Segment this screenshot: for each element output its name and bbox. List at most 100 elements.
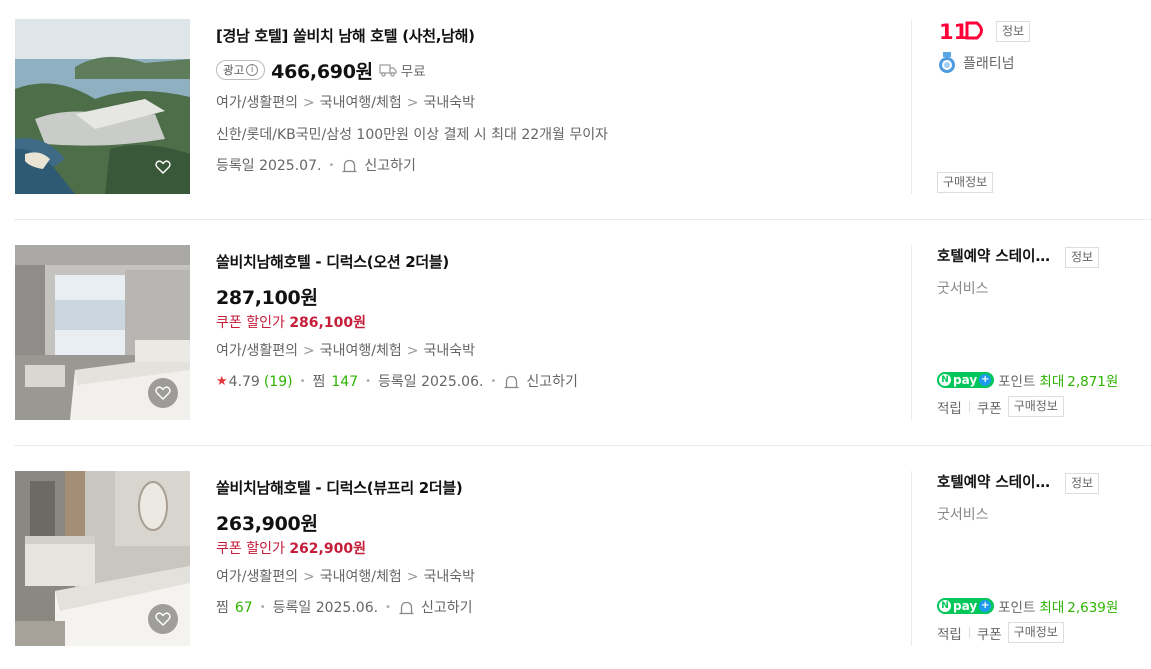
review-count[interactable]: (19) [264, 372, 293, 392]
platinum-badge-icon [939, 52, 955, 73]
product-info: 쏠비치남해호텔 - 디럭스(뷰프리 2더블) 263,900원 쿠폰 할인가 2… [216, 476, 876, 618]
divider [911, 471, 912, 646]
siren-icon [504, 375, 519, 389]
separator-dot: • [385, 602, 391, 613]
category-link[interactable]: 여가/생활편의 [216, 343, 298, 359]
heart-icon [155, 386, 171, 400]
ad-label: 광고 [223, 63, 245, 77]
grade-label: 플래티넘 [963, 56, 1015, 72]
mall-grade: 굿서비스 [937, 281, 989, 297]
buy-info-button[interactable]: 구매정보 [1007, 622, 1064, 643]
points-label: 포인트 [998, 600, 1036, 616]
plus-icon: + [979, 600, 992, 612]
product-meta: ★ 4.79 (19) • 찜 147 • 등록일 2025.06. • 신고하… [216, 372, 876, 392]
coupon-label: 쿠폰 할인가 [216, 541, 285, 557]
product-thumbnail[interactable] [15, 471, 190, 646]
mall-grade: 굿서비스 [937, 507, 989, 523]
coupon-price-value: 262,900원 [289, 541, 366, 557]
coupon-price-value: 286,100원 [289, 315, 366, 331]
report-link[interactable]: 신고하기 [341, 156, 416, 176]
price-row: 287,100원 [216, 283, 876, 309]
category-link[interactable]: 국내여행/체험 [320, 569, 402, 585]
report-link[interactable]: 신고하기 [398, 598, 473, 618]
report-label: 신고하기 [526, 374, 578, 390]
registered-date: 등록일 2025.06. [272, 600, 379, 616]
mall-info-button[interactable]: 정보 [1065, 473, 1100, 494]
separator-bar [968, 401, 970, 412]
category-link[interactable]: 국내여행/체험 [320, 95, 402, 111]
coupon-tag: 쿠폰 [976, 626, 1002, 643]
mall-info-button[interactable]: 정보 [996, 21, 1031, 42]
npay-badge: Npay + [937, 598, 995, 614]
seller-panel: 호텔예약 스테이월드 정보 굿서비스 Npay + 포인트 최대 2,639원 적… [937, 471, 1137, 651]
earn-tag: 적립 [937, 626, 962, 643]
product-title[interactable]: 쏠비치남해호텔 - 디럭스(뷰프리 2더블) [216, 476, 876, 500]
siren-icon [399, 601, 414, 615]
mall-name[interactable]: 호텔예약 스테이월드 [937, 245, 1053, 269]
rating-value: 4.79 [228, 374, 260, 390]
eleven-st-logo-icon[interactable]: 11 [939, 19, 989, 43]
truck-icon [379, 64, 397, 77]
points-max-label: 최대 [1039, 374, 1065, 390]
star-icon: ★ [216, 374, 228, 389]
price-row: 광고 i 466,690원 무료 [216, 57, 876, 83]
separator-dot: • [328, 160, 335, 171]
wishlist-button[interactable] [148, 378, 178, 408]
seller-benefits: 적립 쿠폰 구매정보 [937, 622, 1064, 643]
category-link[interactable]: 여가/생활편의 [216, 569, 298, 585]
wishlist-button[interactable] [148, 604, 178, 634]
category-link[interactable]: 여가/생활편의 [216, 95, 298, 111]
product-description: 신한/롯데/KB국민/삼성 100만원 이상 결제 시 최대 22개월 무이자 [216, 127, 608, 143]
breadcrumb-separator: > [406, 95, 419, 111]
naver-n-icon: N [939, 600, 951, 612]
product-info: 쏠비치남해호텔 - 디럭스(오션 2더블) 287,100원 쿠폰 할인가 28… [216, 250, 876, 392]
breadcrumb-separator: > [303, 95, 315, 111]
mall-header: 호텔예약 스테이월드 정보 [937, 471, 1137, 497]
coupon-label: 쿠폰 할인가 [216, 315, 285, 331]
zzim-count: 67 [234, 600, 253, 616]
divider [911, 19, 912, 194]
zzim-label: 찜 [312, 374, 326, 390]
npay-label: pay [953, 599, 978, 613]
coupon-tag: 쿠폰 [976, 400, 1002, 417]
report-label: 신고하기 [364, 158, 416, 174]
breadcrumb-separator: > [406, 569, 419, 585]
breadcrumb-separator: > [303, 569, 315, 585]
points-amount: 2,871원 [1067, 374, 1119, 390]
category-link[interactable]: 국내숙박 [423, 569, 475, 585]
wishlist-button[interactable] [148, 152, 178, 182]
buy-info-button[interactable]: 구매정보 [1007, 396, 1064, 417]
mall-header: 호텔예약 스테이월드 정보 [937, 245, 1137, 271]
product-thumbnail[interactable] [15, 19, 190, 194]
separator-dot: • [259, 602, 266, 613]
product-title[interactable]: [경남 호텔] 쏠비치 남해 호텔 (사천,남해) [216, 24, 876, 48]
report-link[interactable]: 신고하기 [503, 372, 578, 392]
product-thumbnail[interactable] [15, 245, 190, 420]
registered-date: 등록일 2025.07. [216, 158, 322, 174]
product-item: [경남 호텔] 쏠비치 남해 호텔 (사천,남해) 광고 i 466,690원 … [0, 0, 1151, 226]
product-title[interactable]: 쏠비치남해호텔 - 디럭스(오션 2더블) [216, 250, 876, 274]
product-price: 263,900원 [216, 512, 318, 535]
category-link[interactable]: 국내숙박 [423, 343, 475, 359]
mall-header: 11 정보 [937, 19, 1137, 45]
siren-icon [342, 159, 357, 173]
ad-badge[interactable]: 광고 i [216, 60, 266, 80]
product-price: 466,690원 [271, 60, 373, 83]
seller-benefits: 적립 쿠폰 구매정보 [937, 396, 1064, 417]
item-divider [14, 445, 1151, 446]
product-meta: 찜 67 • 등록일 2025.06. • 신고하기 [216, 598, 876, 618]
product-price: 287,100원 [216, 286, 318, 309]
plus-icon: + [979, 374, 992, 386]
category-link[interactable]: 국내숙박 [423, 95, 475, 111]
points-max-label: 최대 [1039, 600, 1065, 616]
separator-bar [968, 627, 970, 638]
divider [911, 245, 912, 420]
registered-date: 등록일 2025.06. [378, 374, 484, 390]
buy-info-button[interactable]: 구매정보 [937, 172, 994, 193]
category-link[interactable]: 국내여행/체험 [320, 343, 402, 359]
product-info: [경남 호텔] 쏠비치 남해 호텔 (사천,남해) 광고 i 466,690원 … [216, 24, 876, 176]
mall-info-button[interactable]: 정보 [1065, 247, 1100, 268]
mall-name[interactable]: 호텔예약 스테이월드 [937, 471, 1053, 495]
npay-label: pay [953, 373, 978, 387]
separator-dot: • [299, 376, 306, 387]
